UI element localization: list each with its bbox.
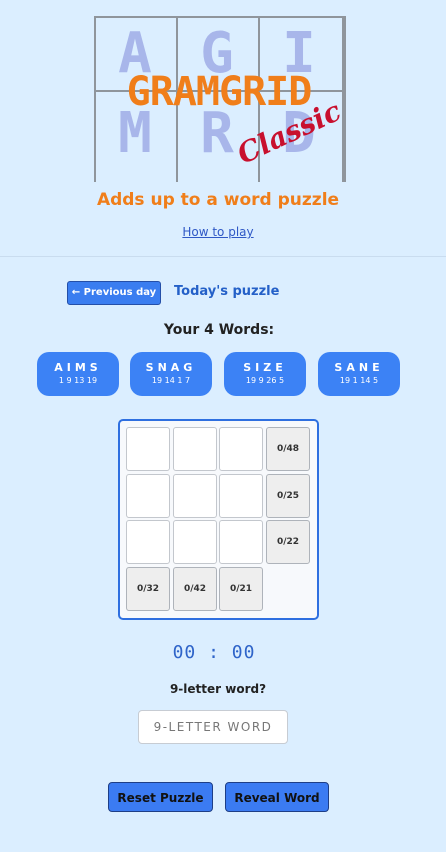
timer: 00 : 00 (172, 642, 256, 663)
reveal-word-button[interactable]: Reveal Word (225, 782, 329, 812)
word-numbers: 19 9 26 5 (245, 376, 285, 385)
tagline: Adds up to a word puzzle (96, 190, 340, 210)
grid-cell[interactable] (126, 520, 170, 564)
grid-cell[interactable] (126, 427, 170, 471)
word-chip[interactable]: SNAG 19 14 1 7 (130, 352, 212, 396)
word-chip[interactable]: SIZE 19 9 26 5 (224, 352, 306, 396)
reset-puzzle-button[interactable]: Reset Puzzle (108, 782, 213, 812)
grid-cell[interactable] (173, 474, 217, 518)
grid-cell[interactable] (219, 520, 263, 564)
grid-cell[interactable] (219, 427, 263, 471)
column-sum: 0/42 (173, 567, 217, 611)
word-text: AIMS (54, 361, 102, 374)
words-heading: Your 4 Words: (163, 322, 275, 338)
todays-puzzle-label: Today's puzzle (174, 284, 280, 299)
column-sum: 0/21 (219, 567, 263, 611)
nine-letter-word-input[interactable] (138, 710, 288, 744)
puzzle-board: 0/48 0/25 0/22 0/32 0/42 0/21 (118, 419, 319, 620)
divider (0, 256, 446, 257)
word-chip[interactable]: AIMS 1 9 13 19 (37, 352, 119, 396)
word-text: SIZE (243, 361, 287, 374)
previous-day-button[interactable]: ← Previous day (67, 281, 161, 305)
grid-cell[interactable] (219, 474, 263, 518)
column-sum: 0/32 (126, 567, 170, 611)
grid-cell[interactable] (173, 427, 217, 471)
word-chip[interactable]: SANE 19 1 14 5 (318, 352, 400, 396)
nine-letter-question: 9-letter word? (169, 682, 267, 696)
row-sum: 0/25 (266, 474, 310, 518)
logo-grid-line (342, 16, 344, 182)
grid-cell[interactable] (173, 520, 217, 564)
gramgrid-logo: A G I M R D GRAMGRID Classic (94, 16, 346, 182)
word-text: SNAG (145, 361, 197, 374)
word-numbers: 1 9 13 19 (58, 376, 98, 385)
how-to-play-link[interactable]: How to play (0, 225, 436, 239)
word-text: SANE (334, 361, 384, 374)
word-numbers: 19 14 1 7 (151, 376, 191, 385)
grid-cell[interactable] (126, 474, 170, 518)
word-numbers: 19 1 14 5 (339, 376, 379, 385)
row-sum: 0/48 (266, 427, 310, 471)
row-sum: 0/22 (266, 520, 310, 564)
